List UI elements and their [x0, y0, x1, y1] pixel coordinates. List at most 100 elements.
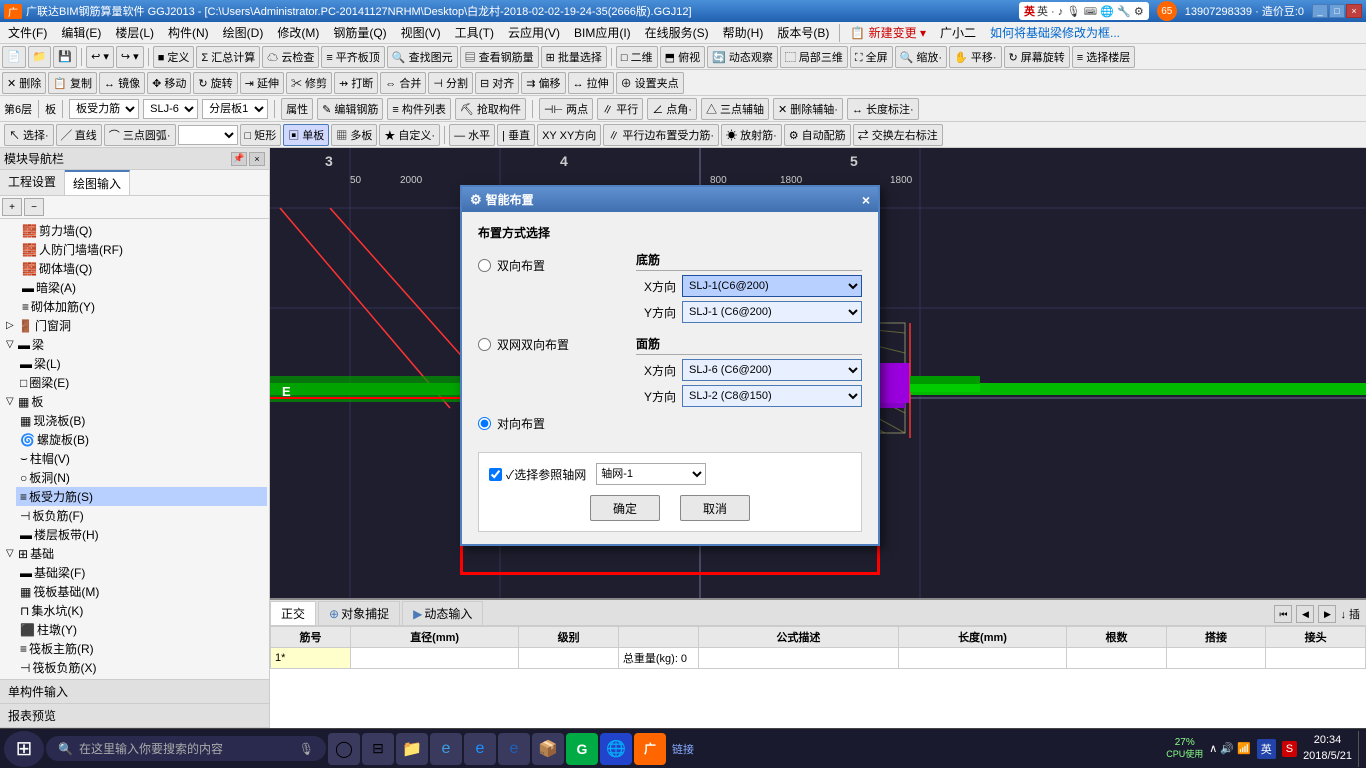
tree-item-beam[interactable]: ▬梁(L)	[16, 354, 267, 373]
taskbar-app1[interactable]: 📦	[532, 733, 564, 765]
menu-tip[interactable]: 如何将基础梁修改为框...	[984, 22, 1126, 43]
taskbar-task-view[interactable]: ⊟	[362, 733, 394, 765]
menu-version[interactable]: 版本号(B)	[771, 22, 835, 43]
sidebar-pin-btn[interactable]: 📌	[231, 152, 247, 166]
tab-snap[interactable]: ⊕对象捕捉	[318, 601, 400, 625]
undo-btn[interactable]: ↩ ▾	[86, 46, 114, 68]
parallel-rebar-btn[interactable]: ∥ 平行边布置受力筋·	[603, 124, 719, 146]
nav-next[interactable]: ▶	[1318, 605, 1336, 623]
length-mark-btn[interactable]: ↔ 长度标注·	[847, 98, 919, 120]
radial-btn[interactable]: ☀ 放射筋·	[721, 124, 782, 146]
extend-btn[interactable]: ⇥ 延伸	[240, 72, 284, 94]
tree-item-raft-rebar[interactable]: ≡筏板主筋(R)	[16, 639, 267, 658]
fullscreen-btn[interactable]: ⛶ 全屏	[850, 46, 893, 68]
move-btn[interactable]: ✥ 移动	[147, 72, 191, 94]
find-elem-btn[interactable]: 🔍 查找图元	[387, 46, 458, 68]
dialog-close-btn[interactable]: ×	[862, 192, 870, 208]
tab-project-settings[interactable]: 工程设置	[0, 170, 65, 195]
radio-double-net[interactable]: 双网双向布置	[478, 336, 616, 353]
radio-opposite-input[interactable]	[478, 417, 491, 430]
tree-item-col-footing[interactable]: ⬛柱墩(Y)	[16, 620, 267, 639]
menu-bim[interactable]: BIM应用(I)	[568, 22, 637, 43]
sougou-area[interactable]: 英 英 · ♪ 🎙 ⌨ 🌐 🔧 ⚙	[1019, 2, 1149, 20]
auto-rebar-btn[interactable]: ⚙ 自动配筋	[784, 124, 851, 146]
arc-btn[interactable]: ⌒ 三点圆弧·	[104, 124, 176, 146]
comp-list-btn[interactable]: ≡ 构件列表	[387, 98, 450, 120]
tree-item-masonry-rebar[interactable]: ≡砌体加筋(Y)	[2, 297, 267, 316]
axis-select[interactable]: 轴网-1	[596, 463, 706, 485]
three-point-btn[interactable]: △ 三点辅轴	[701, 98, 769, 120]
rebar-name-select[interactable]: SLJ-6	[143, 99, 198, 119]
multi-board-btn[interactable]: ▦ 多板	[331, 124, 377, 146]
nav-prev[interactable]: ◀	[1296, 605, 1314, 623]
radio-bidirectional-input[interactable]	[478, 259, 491, 272]
del-axis-btn[interactable]: ✕ 删除辅轴·	[773, 98, 843, 120]
save-btn[interactable]: 💾	[53, 46, 77, 68]
property-btn[interactable]: 属性	[281, 98, 313, 120]
menu-cloud[interactable]: 云应用(V)	[502, 22, 566, 43]
top-view-btn[interactable]: ⬒ 俯视	[660, 46, 705, 68]
tree-group-beam[interactable]: ▽ ▬梁	[2, 335, 267, 354]
tree-group-slab[interactable]: ▽ ▦板	[2, 392, 267, 411]
layer-num-select[interactable]: 分层板1	[202, 99, 268, 119]
radio-opposite[interactable]: 对向布置	[478, 415, 616, 432]
nav-first[interactable]: ⏮	[1274, 605, 1292, 623]
tree-item-civil-defense[interactable]: 🧱人防门墙墙(RF)	[2, 240, 267, 259]
rebar-type-select[interactable]: 板受力筋	[69, 99, 139, 119]
delete-btn[interactable]: ✕ 删除	[2, 72, 46, 94]
line-type-select[interactable]	[178, 125, 238, 145]
radio-bidirectional[interactable]: 双向布置	[478, 257, 616, 274]
view-rebar-btn[interactable]: ▤ 查看钢筋量	[460, 46, 539, 68]
new-btn[interactable]: 📄	[2, 46, 26, 68]
single-board-btn[interactable]: ▣ 单板	[283, 124, 329, 146]
align-top-btn[interactable]: ≡ 平齐板顶	[321, 46, 384, 68]
bottom-rebar-x-select[interactable]: SLJ-1(C6@200)	[682, 275, 862, 297]
tab-zhengiao[interactable]: 正交	[270, 601, 316, 625]
batch-select-btn[interactable]: ⊞ 批量选择	[541, 46, 607, 68]
tree-item-slab-rebar[interactable]: ≡板受力筋(S)	[16, 487, 267, 506]
menu-tools[interactable]: 工具(T)	[449, 22, 500, 43]
two-point-btn[interactable]: ⊣⊢ 两点	[539, 98, 593, 120]
menu-file[interactable]: 文件(F)	[2, 22, 53, 43]
radio-double-net-input[interactable]	[478, 338, 491, 351]
remove-btn[interactable]: −	[24, 198, 44, 216]
define-btn[interactable]: ■ 定义	[153, 46, 195, 68]
maximize-btn[interactable]: □	[1329, 4, 1345, 18]
2d-btn[interactable]: □ 二维	[616, 46, 658, 68]
menu-help[interactable]: 帮助(H)	[717, 22, 770, 43]
split-btn[interactable]: ⊣ 分割	[428, 72, 473, 94]
taskbar-cortana[interactable]: ◯	[328, 733, 360, 765]
menu-floor[interactable]: 楼层(L)	[109, 22, 160, 43]
tree-item-neg-rebar[interactable]: ⊣板负筋(F)	[16, 506, 267, 525]
cancel-btn[interactable]: 取消	[680, 495, 750, 521]
tree-item-cast-slab[interactable]: ▦现浇板(B)	[16, 411, 267, 430]
tab-single-component[interactable]: 单构件输入	[0, 680, 269, 704]
tree-item-masonry-wall[interactable]: 🧱砌体墙(Q)	[2, 259, 267, 278]
tree-item-spiral-slab[interactable]: 🌀螺旋板(B)	[16, 430, 267, 449]
taskbar-edge[interactable]: e	[430, 733, 462, 765]
confirm-btn[interactable]: 确定	[590, 495, 660, 521]
menu-avatar[interactable]: 广小二	[934, 22, 982, 43]
bottom-rebar-y-select[interactable]: SLJ-1 (C6@200)	[682, 301, 862, 323]
rotate-btn[interactable]: ↻ 屏幕旋转	[1004, 46, 1070, 68]
tree-item-floor-strip[interactable]: ▬楼层板带(H)	[16, 525, 267, 544]
tree-group-foundation[interactable]: ▽ ⊞基础	[2, 544, 267, 563]
menu-component[interactable]: 构件(N)	[162, 22, 215, 43]
tab-dynamic[interactable]: ▶动态输入	[402, 601, 483, 625]
tree-item-sump[interactable]: ⊓集水坑(K)	[16, 601, 267, 620]
cloud-check-btn[interactable]: ☁ 云检查	[262, 46, 319, 68]
tree-group-window[interactable]: ▷ 🚪门窗洞	[2, 316, 267, 335]
tree-item-found-beam[interactable]: ▬基础梁(F)	[16, 563, 267, 582]
taskbar-ie2[interactable]: e	[498, 733, 530, 765]
menu-draw[interactable]: 绘图(D)	[217, 22, 270, 43]
close-btn[interactable]: ×	[1346, 4, 1362, 18]
pan-btn[interactable]: ✋ 平移·	[949, 46, 1001, 68]
floor-select-btn[interactable]: ≡ 选择楼层	[1072, 46, 1135, 68]
copy-btn[interactable]: 📋 复制	[48, 72, 97, 94]
zoom-btn[interactable]: 🔍 缩放·	[895, 46, 947, 68]
add-btn[interactable]: +	[2, 198, 22, 216]
menu-edit[interactable]: 编辑(E)	[55, 22, 107, 43]
show-desktop-btn[interactable]	[1358, 731, 1362, 767]
start-button[interactable]: ⊞	[4, 731, 44, 767]
tree-item-hidden-beam[interactable]: ▬暗梁(A)	[2, 278, 267, 297]
